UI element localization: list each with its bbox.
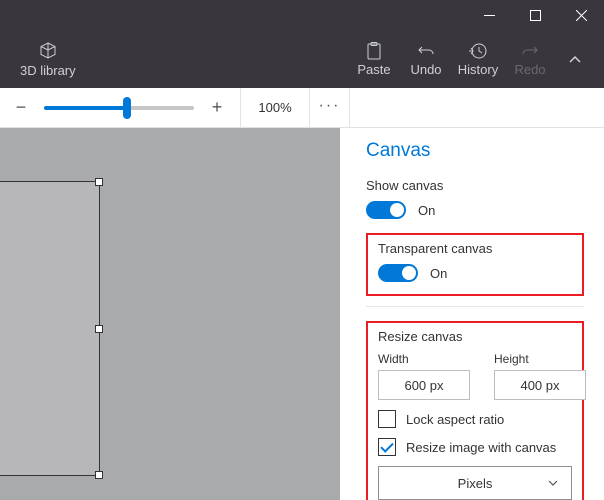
resize-handle[interactable] xyxy=(95,325,103,333)
canvas-workspace[interactable] xyxy=(0,128,340,500)
unit-value: Pixels xyxy=(458,476,493,491)
canvas-panel: Canvas Show canvas On Transparent canvas… xyxy=(340,128,604,500)
undo-label: Undo xyxy=(410,62,441,77)
resize-handle[interactable] xyxy=(95,471,103,479)
width-label: Width xyxy=(378,352,470,366)
divider xyxy=(366,306,584,307)
history-icon xyxy=(469,42,487,60)
zoom-bar: − + 100% ··· xyxy=(0,88,604,128)
redo-icon xyxy=(521,42,539,60)
unit-select[interactable]: Pixels xyxy=(378,466,572,500)
cube-icon xyxy=(38,41,58,61)
maximize-button[interactable] xyxy=(512,0,558,30)
panel-title: Canvas xyxy=(366,140,584,162)
undo-button[interactable]: Undo xyxy=(402,42,450,77)
chevron-down-icon xyxy=(547,477,559,489)
zoom-out-button[interactable]: − xyxy=(6,93,36,123)
redo-label: Redo xyxy=(514,62,545,77)
redo-button: Redo xyxy=(506,42,554,77)
height-label: Height xyxy=(494,352,586,366)
zoom-thumb[interactable] xyxy=(123,97,131,119)
collapse-button[interactable] xyxy=(558,52,592,66)
history-button[interactable]: History xyxy=(454,42,502,77)
transparent-canvas-toggle[interactable] xyxy=(378,264,418,282)
paste-button[interactable]: Paste xyxy=(350,42,398,77)
close-button[interactable] xyxy=(558,0,604,30)
lock-aspect-checkbox[interactable] xyxy=(378,410,396,428)
resize-image-label: Resize image with canvas xyxy=(406,440,556,455)
chevron-up-icon xyxy=(568,52,582,66)
transparent-canvas-label: Transparent canvas xyxy=(378,241,572,256)
history-label: History xyxy=(458,62,498,77)
zoom-value[interactable]: 100% xyxy=(240,88,310,128)
lock-aspect-label: Lock aspect ratio xyxy=(406,412,504,427)
resize-section-highlight: Resize canvas Width Height Lock aspect r… xyxy=(366,321,584,500)
show-canvas-state: On xyxy=(418,203,435,218)
show-canvas-label: Show canvas xyxy=(366,178,584,193)
resize-handle[interactable] xyxy=(95,178,103,186)
main-toolbar: 3D library Paste Undo History Redo xyxy=(0,30,604,88)
more-button[interactable]: ··· xyxy=(310,88,350,128)
transparent-canvas-state: On xyxy=(430,266,447,281)
canvas-selection[interactable] xyxy=(0,181,100,476)
height-input[interactable] xyxy=(494,370,586,400)
transparent-section-highlight: Transparent canvas On xyxy=(366,233,584,296)
zoom-slider[interactable] xyxy=(44,106,194,110)
resize-image-checkbox[interactable] xyxy=(378,438,396,456)
clipboard-icon xyxy=(365,42,383,60)
undo-icon xyxy=(417,42,435,60)
window-titlebar xyxy=(0,0,604,30)
minimize-button[interactable] xyxy=(466,0,512,30)
resize-canvas-label: Resize canvas xyxy=(378,329,572,344)
zoom-in-button[interactable]: + xyxy=(202,93,232,123)
width-input[interactable] xyxy=(378,370,470,400)
paste-label: Paste xyxy=(357,62,390,77)
3d-library-button[interactable]: 3D library xyxy=(20,41,76,78)
3d-library-label: 3D library xyxy=(20,63,76,78)
show-canvas-toggle[interactable] xyxy=(366,201,406,219)
